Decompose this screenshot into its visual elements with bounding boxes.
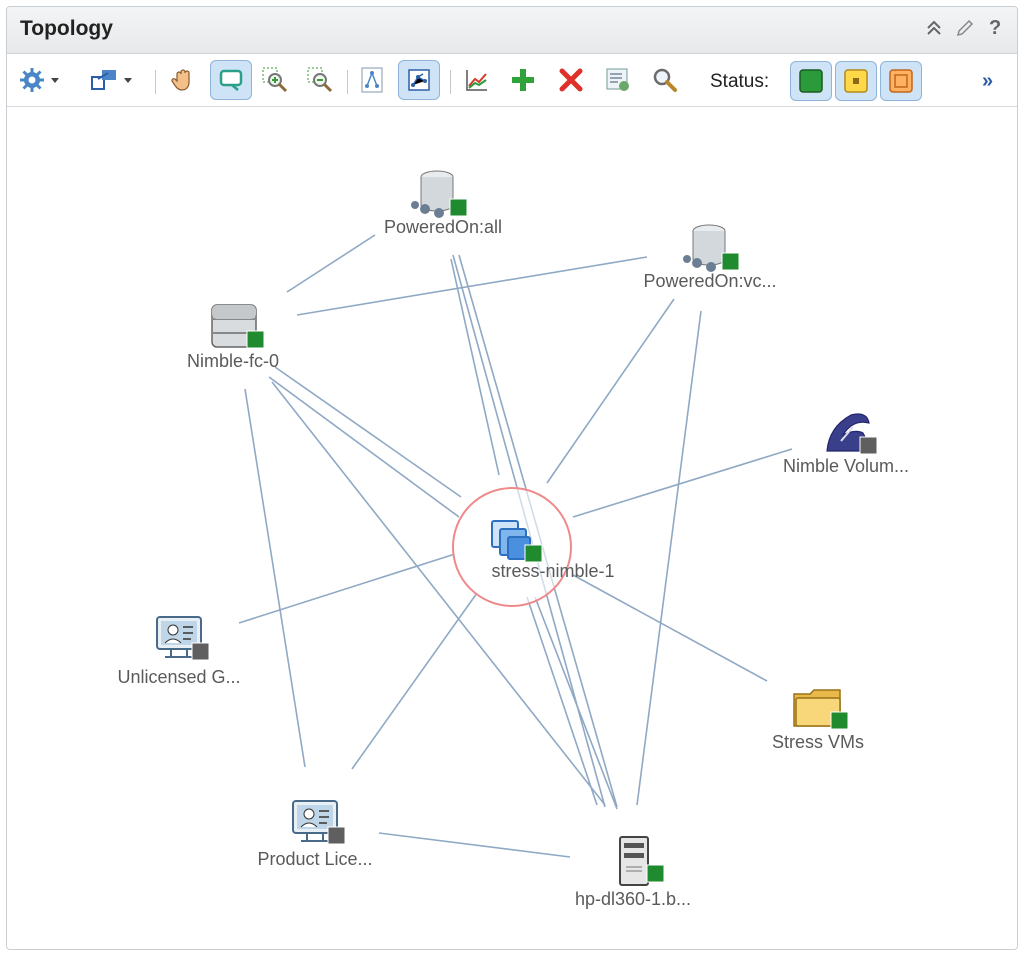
node-hp-dl360[interactable]: hp-dl360-1.b...: [575, 836, 691, 909]
node-stress-vms[interactable]: Stress VMs: [772, 689, 864, 752]
toolbar: Status: »: [7, 54, 1017, 107]
collapse-icon[interactable]: [925, 17, 943, 45]
layout-dropdown-icon[interactable]: [85, 64, 141, 96]
status-badge: [830, 711, 849, 730]
more-tools-icon[interactable]: »: [982, 70, 993, 93]
node-label: Product Lice...: [257, 849, 372, 869]
node-nimble-fc-0[interactable]: Nimble-fc-0: [187, 304, 279, 371]
delete-icon[interactable]: [553, 64, 589, 96]
node-label: Nimble Volum...: [783, 456, 909, 476]
topology-edge: [636, 310, 702, 806]
datastore-icon: [683, 224, 726, 272]
topology-edge: [534, 596, 618, 810]
status-badge: [646, 864, 665, 883]
status-filter-normal[interactable]: [790, 61, 832, 101]
status-badge: [191, 642, 210, 661]
add-icon[interactable]: [505, 64, 541, 96]
status-label: Status:: [710, 71, 770, 92]
status-badge: [246, 330, 265, 349]
chart-icon[interactable]: [459, 64, 495, 96]
toolbar-divider: [450, 70, 451, 94]
status-filter-minor[interactable]: [880, 61, 922, 101]
topology-edge: [378, 832, 571, 858]
node-label: Nimble-fc-0: [187, 351, 279, 371]
node-label: hp-dl360-1.b...: [575, 889, 691, 909]
topology-edge: [244, 388, 306, 768]
zoom-out-icon[interactable]: [302, 64, 338, 96]
node-label: PoweredOn:vc...: [643, 271, 776, 291]
panel-title: Topology: [20, 17, 113, 40]
node-label: stress-nimble-1: [491, 561, 614, 581]
topology-edge: [296, 256, 648, 316]
settings-dropdown-icon[interactable]: [15, 64, 67, 96]
edit-icon[interactable]: [954, 17, 976, 45]
node-label: Unlicensed G...: [117, 667, 240, 687]
status-filter-warning[interactable]: [835, 61, 877, 101]
node-label: Stress VMs: [772, 732, 864, 752]
node-product-license[interactable]: Product Lice...: [257, 800, 373, 869]
node-layer: stress-nimble-1 PoweredOn:all PoweredOn:vc…: [117, 170, 909, 909]
toolbar-divider: [155, 70, 156, 94]
select-tool-icon[interactable]: [210, 60, 252, 100]
properties-icon[interactable]: [600, 64, 636, 96]
status-badge: [449, 198, 468, 217]
node-poweredon-all[interactable]: PoweredOn:all: [384, 170, 502, 237]
topology-edge: [286, 234, 376, 293]
topology-edge: [268, 376, 460, 518]
topology-panel: Topology ? Status: » stress-nimble-1 Pow…: [6, 6, 1018, 950]
toolbar-divider: [347, 70, 348, 94]
hierarchy-layout-icon[interactable]: [354, 64, 390, 96]
topology-edge: [351, 592, 478, 770]
node-nimble-volume[interactable]: Nimble Volum...: [783, 413, 909, 476]
zoom-in-icon[interactable]: [257, 64, 293, 96]
topology-edge: [572, 574, 768, 682]
pan-hand-icon[interactable]: [165, 64, 201, 96]
node-stress-nimble-1[interactable]: stress-nimble-1: [452, 487, 615, 607]
panel-header: Topology ?: [7, 7, 1017, 54]
datastore-icon: [411, 170, 454, 218]
topology-edge: [238, 553, 456, 624]
topology-edge: [271, 381, 606, 806]
status-badge: [327, 826, 346, 845]
status-badge: [524, 544, 543, 563]
node-label: PoweredOn:all: [384, 217, 502, 237]
help-icon[interactable]: ?: [989, 17, 1001, 40]
node-poweredon-vc[interactable]: PoweredOn:vc...: [643, 224, 777, 291]
search-icon[interactable]: [647, 64, 683, 96]
server-icon: [619, 836, 649, 886]
status-badge: [721, 252, 740, 271]
topology-edge: [546, 298, 675, 484]
status-badge: [859, 436, 878, 455]
topology-edge: [274, 366, 462, 498]
node-unlicensed[interactable]: Unlicensed G...: [117, 616, 241, 687]
topology-canvas[interactable]: stress-nimble-1 PoweredOn:all PoweredOn:vc…: [7, 107, 1019, 949]
organic-layout-icon[interactable]: [398, 60, 440, 100]
